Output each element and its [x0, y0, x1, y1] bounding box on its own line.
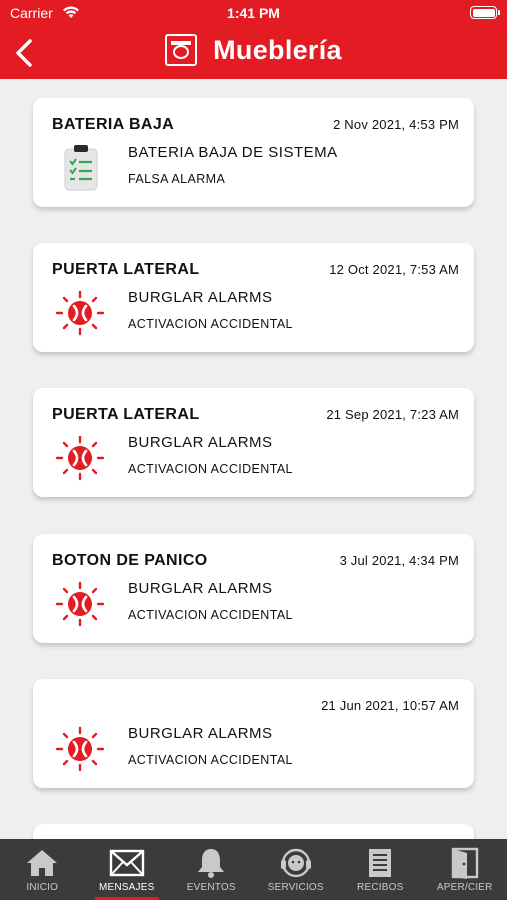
battery-icon: [470, 6, 500, 19]
message-date: 2 Nov 2021, 4:53 PM: [333, 117, 459, 132]
receipt-icon: [369, 849, 392, 877]
message-type: BURGLAR ALARMS: [128, 289, 273, 306]
envelope-icon: [109, 849, 144, 877]
tab-label: SERVICIOS: [267, 882, 324, 893]
message-detail: ACTIVACION ACCIDENTAL: [128, 317, 293, 331]
message-title: BOTON DE PANICO: [52, 552, 208, 569]
tab-mensajes[interactable]: MENSAJES: [85, 839, 170, 900]
header: Carrier 1:41 PM Mueblería: [0, 0, 507, 79]
tab-label: RECIBOS: [357, 882, 404, 893]
headset-icon: [280, 848, 311, 878]
message-card[interactable]: BATERIA BAJA 2 Nov 2021, 4:53 PM BATERIA…: [33, 98, 474, 207]
burglar-alarm-icon: [55, 726, 105, 772]
clipboard-check-icon: [64, 145, 98, 191]
message-detail: ACTIVACION ACCIDENTAL: [128, 753, 293, 767]
page-title: Mueblería: [213, 34, 342, 65]
tab-label: EVENTOS: [186, 882, 236, 893]
message-type: BATERIA BAJA DE SISTEMA: [128, 144, 338, 161]
title-group: Mueblería: [0, 34, 507, 66]
home-icon: [27, 850, 58, 876]
tab-bar: INICIO MENSAJES EVENTOS SERVICIOS RECIBO…: [0, 839, 507, 900]
message-title: PUERTA LATERAL: [52, 406, 200, 423]
message-title: BATERIA BAJA: [52, 116, 175, 133]
message-type: BURGLAR ALARMS: [128, 580, 273, 597]
message-list[interactable]: BATERIA BAJA 2 Nov 2021, 4:53 PM BATERIA…: [0, 79, 507, 839]
message-card[interactable]: 21 Jun 2021, 10:57 AM BURGLAR ALARMS ACT…: [33, 679, 474, 788]
tab-eventos[interactable]: EVENTOS: [169, 839, 254, 900]
message-detail: FALSA ALARMA: [128, 172, 226, 186]
message-detail: ACTIVACION ACCIDENTAL: [128, 462, 293, 476]
door-icon: [451, 847, 478, 879]
tab-inicio[interactable]: INICIO: [0, 839, 85, 900]
message-date: 3 Jul 2021, 4:34 PM: [339, 553, 459, 568]
burglar-alarm-icon: [55, 581, 105, 627]
message-card[interactable]: BOTON DE PANICO 3 Jul 2021, 4:34 PM BURG…: [33, 534, 474, 643]
tab-label: MENSAJES: [98, 882, 155, 893]
message-card[interactable]: PUERTA LATERAL 12 Oct 2021, 7:53 AM BURG…: [33, 243, 474, 352]
tab-apercier[interactable]: APER/CIER: [423, 839, 507, 900]
brand-logo-icon: [165, 34, 198, 66]
message-title: PUERTA LATERAL: [52, 261, 200, 278]
tab-recibos[interactable]: RECIBOS: [338, 839, 423, 900]
message-type: BURGLAR ALARMS: [128, 434, 273, 451]
message-type: BURGLAR ALARMS: [128, 725, 273, 742]
message-detail: ACTIVACION ACCIDENTAL: [128, 608, 293, 622]
tab-label: INICIO: [26, 882, 59, 893]
message-date: 21 Sep 2021, 7:23 AM: [326, 407, 459, 422]
message-card[interactable]: PUERTA LATERAL 21 Sep 2021, 7:23 AM BURG…: [33, 388, 474, 497]
message-date: 12 Oct 2021, 7:53 AM: [329, 262, 459, 277]
tab-servicios[interactable]: SERVICIOS: [254, 839, 339, 900]
clock: 1:41 PM: [227, 5, 280, 21]
message-card[interactable]: [33, 824, 474, 839]
tab-label: APER/CIER: [436, 882, 493, 893]
bell-icon: [198, 849, 225, 878]
burglar-alarm-icon: [55, 290, 105, 336]
burglar-alarm-icon: [55, 435, 105, 481]
message-date: 21 Jun 2021, 10:57 AM: [321, 698, 459, 713]
status-bar: Carrier 1:41 PM: [0, 0, 507, 28]
